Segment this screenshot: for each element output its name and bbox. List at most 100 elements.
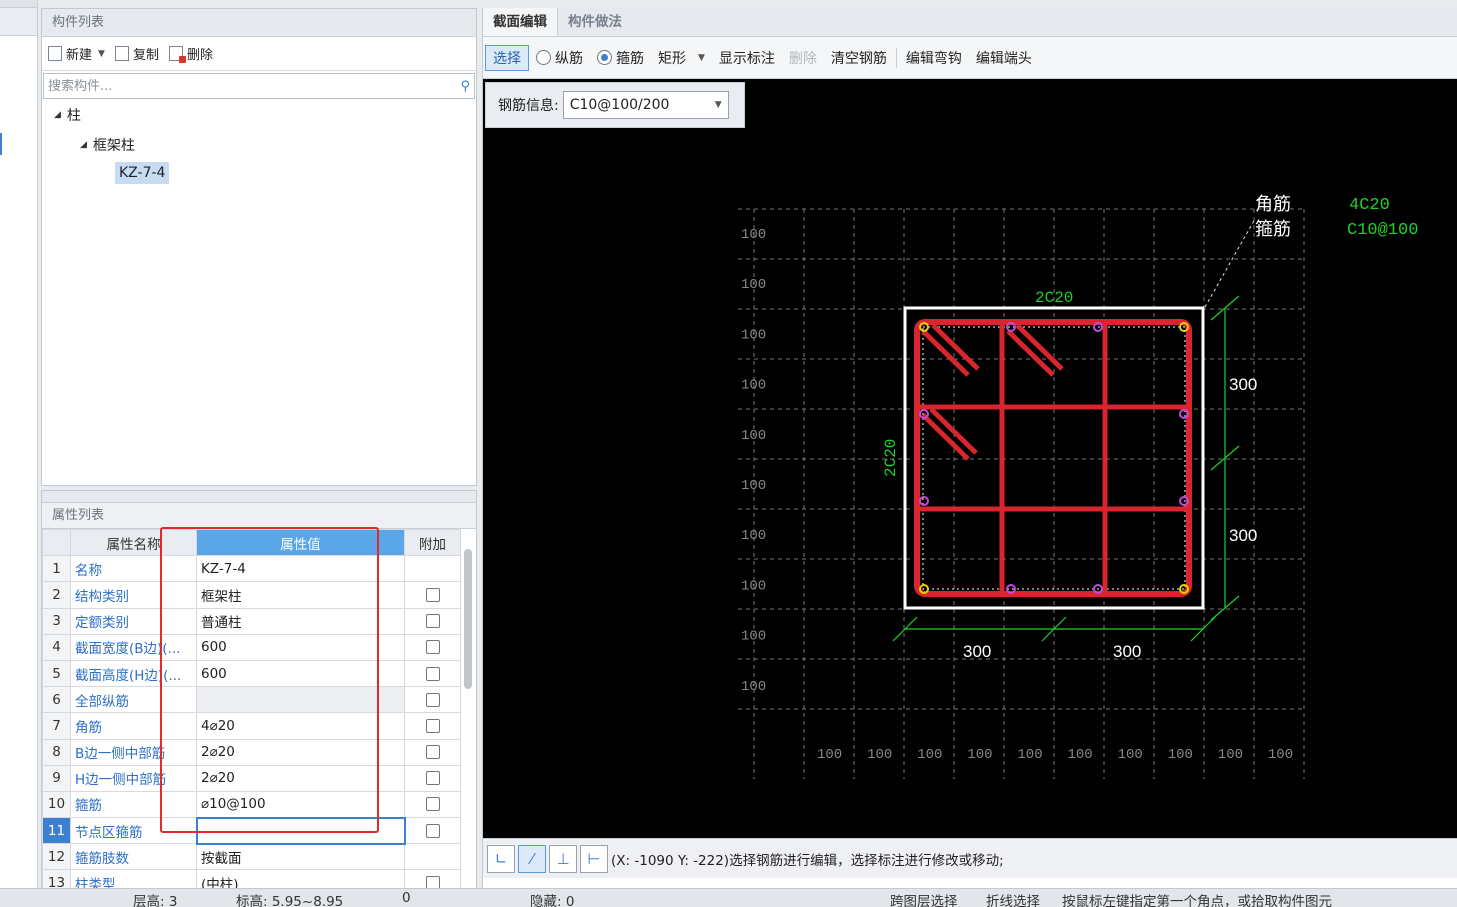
section-drawing[interactable]: 100 100 100 100 100 100 100 100 100 100 100 100 100 1… <box>483 79 1457 838</box>
extra-checkbox[interactable] <box>425 823 440 838</box>
property-name[interactable]: 截面高度(H边)(... <box>70 659 197 688</box>
extra-checkbox[interactable] <box>425 797 440 812</box>
left-panel-top <box>0 0 37 8</box>
extra-checkbox[interactable] <box>425 692 440 707</box>
property-value[interactable]: 2⌀20 <box>196 764 405 792</box>
property-row[interactable]: 9 H边一侧中部筋 2⌀20 <box>42 764 461 792</box>
left-panel-header <box>0 8 37 36</box>
property-row[interactable]: 8 B边一侧中部筋 2⌀20 <box>42 738 461 766</box>
polyline-select-button[interactable]: 折线选择 <box>986 890 1040 907</box>
left-collapsed-panel <box>0 0 38 888</box>
clear-rebar-button[interactable]: 清空钢筋 <box>824 48 894 68</box>
property-panel-splitter[interactable] <box>42 491 476 503</box>
extra-checkbox[interactable] <box>425 718 440 733</box>
property-name[interactable]: 箍筋 <box>70 790 197 819</box>
property-value[interactable]: 600 <box>196 633 405 661</box>
new-button[interactable]: 新建 ▼ <box>48 44 105 63</box>
property-name[interactable]: 全部纵筋 <box>70 686 197 714</box>
new-button-label: 新建 <box>66 48 93 63</box>
property-row[interactable]: 12 箍筋肢数 按截面 <box>42 843 461 871</box>
hidden-count: 隐藏: 0 <box>530 894 575 907</box>
shape-dropdown[interactable]: 矩形 ▼ <box>651 48 712 68</box>
property-list-title: 属性列表 <box>42 503 476 529</box>
property-value[interactable]: 框架柱 <box>196 581 405 609</box>
drawing-canvas[interactable]: 钢筋信息: C10@100/200 ▼ 100 100 100 100 100 100 10… <box>483 79 1457 838</box>
property-value[interactable] <box>196 686 405 714</box>
show-dims-button[interactable]: 显示标注 <box>712 48 782 68</box>
property-name[interactable]: 角筋 <box>70 712 197 740</box>
cross-layer-select-button[interactable]: 跨图层选择 <box>890 890 958 907</box>
grid-label: 100 <box>1268 747 1293 763</box>
property-row[interactable]: 10 箍筋 ⌀10@100 <box>42 790 461 819</box>
property-name[interactable]: 截面宽度(B边)(... <box>70 633 197 661</box>
property-row[interactable]: 3 定额类别 普通柱 <box>42 607 461 635</box>
property-name[interactable]: 节点区箍筋 <box>70 817 197 845</box>
property-row[interactable]: 4 截面宽度(B边)(... 600 <box>42 633 461 661</box>
orthogonal-tool-icon[interactable]: ∟ <box>487 844 515 873</box>
edit-end-button[interactable]: 编辑端头 <box>969 48 1039 68</box>
new-dropdown-icon[interactable]: ▼ <box>98 49 105 59</box>
tree-node-column[interactable]: ◢ 柱 <box>54 105 81 125</box>
property-value[interactable]: 2⌀20 <box>196 738 405 766</box>
longitudinal-radio[interactable]: 纵筋 <box>529 48 590 68</box>
extra-checkbox[interactable] <box>425 771 440 786</box>
grid-label: 100 <box>1017 747 1042 763</box>
rebar-info-select[interactable]: C10@100/200 ▼ <box>562 91 729 119</box>
delete-button[interactable]: 删除 <box>168 44 213 63</box>
property-row[interactable]: 1 名称 KZ-7-4 <box>42 555 461 583</box>
search-icon[interactable]: ⚲ <box>460 79 470 94</box>
tree-node-frame-column[interactable]: ◢ 框架柱 <box>80 135 135 155</box>
row-index: 5 <box>42 659 71 688</box>
extra-checkbox[interactable] <box>425 745 440 760</box>
property-name[interactable]: 定额类别 <box>70 607 197 635</box>
extra-checkbox[interactable] <box>425 587 440 602</box>
component-search-input[interactable] <box>48 78 428 94</box>
grid-label: 100 <box>967 747 992 763</box>
property-name[interactable]: B边一侧中部筋 <box>70 738 197 766</box>
leader-line <box>1204 218 1256 308</box>
property-row[interactable]: 7 角筋 4⌀20 <box>42 712 461 740</box>
property-row[interactable]: 6 全部纵筋 <box>42 686 461 714</box>
hint-text: 按鼠标左键指定第一个角点，或拾取构件图元 <box>1062 894 1332 907</box>
property-table-header: 属性名称 属性值 附加 <box>42 528 461 557</box>
tree-node-kz-7-4[interactable]: KZ-7-4 <box>115 162 170 184</box>
property-name[interactable]: 箍筋肢数 <box>70 843 197 871</box>
property-value[interactable]: ⌀10@100 <box>196 790 405 819</box>
property-row[interactable]: 11 节点区箍筋 <box>42 816 461 845</box>
shape-label: 矩形 <box>658 50 686 67</box>
property-name[interactable]: 柱类型 <box>70 869 197 889</box>
row-index: 12 <box>42 843 71 871</box>
property-value[interactable]: 普通柱 <box>196 607 405 635</box>
collapse-triangle-icon[interactable]: ◢ <box>54 110 61 120</box>
collapse-triangle-icon[interactable]: ◢ <box>80 140 87 150</box>
tab-section-edit[interactable]: 截面编辑 <box>483 8 558 36</box>
select-button[interactable]: 选择 <box>485 44 529 71</box>
property-row[interactable]: 2 结构类别 框架柱 <box>42 581 461 609</box>
property-row[interactable]: 5 截面高度(H边)(... 600 <box>42 659 461 688</box>
property-value[interactable]: KZ-7-4 <box>196 555 405 583</box>
property-scrollbar[interactable] <box>464 549 472 689</box>
perpendicular-tool-icon[interactable]: ⊥ <box>549 844 577 873</box>
property-name[interactable]: 结构类别 <box>70 581 197 609</box>
extra-checkbox[interactable] <box>425 666 440 681</box>
dimension-tool-icon[interactable]: ⊢ <box>580 844 608 873</box>
copy-button[interactable]: 复制 <box>114 44 159 63</box>
tab-component-method[interactable]: 构件做法 <box>558 8 632 36</box>
diagonal-tool-icon[interactable]: ⁄ <box>518 844 546 873</box>
property-value[interactable]: 600 <box>196 659 405 688</box>
tree-node-label: 柱 <box>66 108 81 124</box>
property-name[interactable]: H边一侧中部筋 <box>70 764 197 792</box>
property-value[interactable]: 4⌀20 <box>196 712 405 740</box>
extra-checkbox[interactable] <box>425 640 440 655</box>
property-row[interactable]: 13 柱类型 (中柱) <box>42 869 461 889</box>
property-value[interactable] <box>195 816 406 845</box>
stirrup-radio[interactable]: 箍筋 <box>590 48 651 68</box>
property-name[interactable]: 名称 <box>70 555 197 583</box>
property-value[interactable]: (中柱) <box>196 869 405 889</box>
dimension-label-bottom: 300 <box>1113 642 1141 661</box>
header-property-value: 属性值 <box>196 528 405 557</box>
edit-hook-button[interactable]: 编辑弯钩 <box>899 48 969 68</box>
property-value[interactable]: 按截面 <box>196 843 405 871</box>
delete-rebar-button[interactable]: 删除 <box>782 48 824 68</box>
extra-checkbox[interactable] <box>425 614 440 629</box>
